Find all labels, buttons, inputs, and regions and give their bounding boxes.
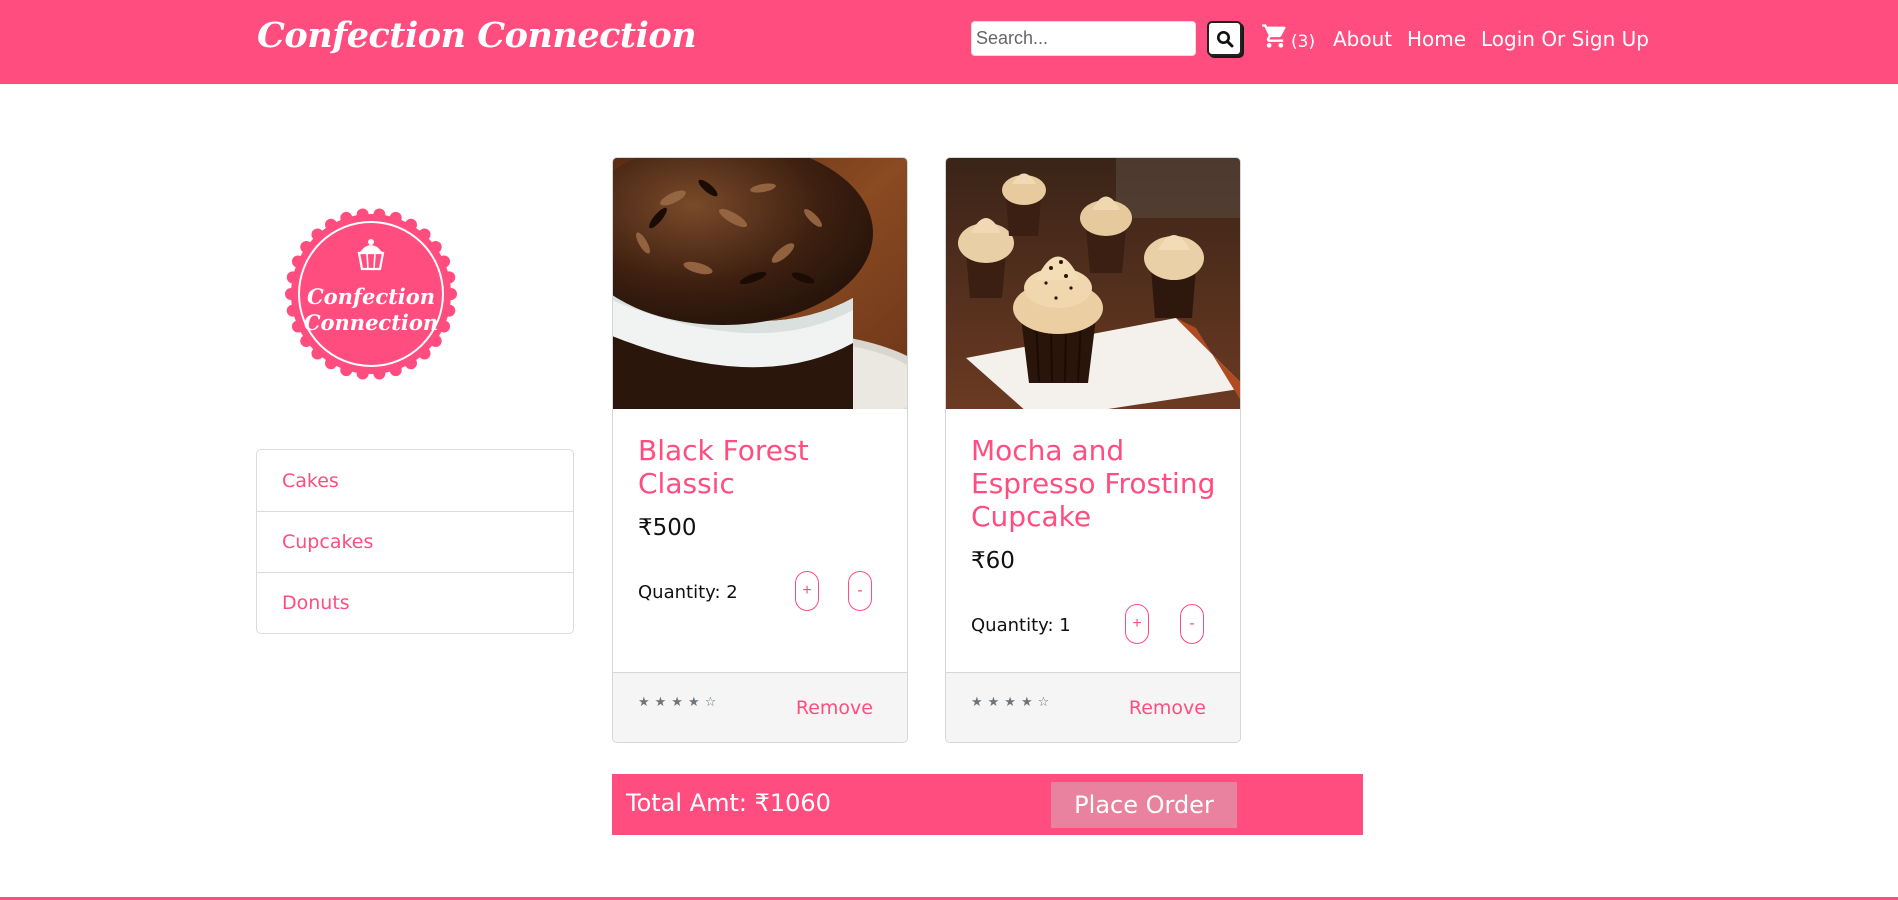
cart-icon — [1262, 24, 1286, 48]
product-price: ₹60 — [971, 548, 1015, 574]
quantity-label: Quantity: 2 — [638, 582, 738, 603]
order-summary-bar: Total Amt: ₹1060 Place Order — [612, 774, 1363, 835]
logo-text-line2: Connection — [304, 310, 438, 335]
product-name[interactable]: Mocha and Espresso Frosting Cupcake — [971, 434, 1221, 533]
product-price: ₹500 — [638, 515, 697, 541]
mocha-cupcake-image — [946, 158, 1240, 409]
increase-quantity-button[interactable]: + — [1125, 604, 1149, 644]
category-item-donuts[interactable]: Donuts — [257, 572, 573, 633]
black-forest-cake-image — [613, 158, 907, 409]
store-logo: Confection Connection — [285, 208, 457, 380]
card-footer: ★★★★☆ Remove — [613, 672, 907, 742]
product-name[interactable]: Black Forest Classic — [638, 434, 888, 500]
total-amount: Total Amt: ₹1060 — [626, 789, 831, 817]
star-rating: ★★★★☆ — [971, 695, 1055, 710]
nav-home-link[interactable]: Home — [1407, 27, 1466, 51]
remove-item-button[interactable]: Remove — [796, 697, 873, 719]
logo-text-line1: Confection — [307, 284, 435, 309]
category-list: Cakes Cupcakes Donuts — [256, 449, 574, 634]
increase-quantity-button[interactable]: + — [795, 571, 819, 611]
cart-item-card: Mocha and Espresso Frosting Cupcake ₹60 … — [945, 157, 1241, 743]
nav-login-link[interactable]: Login Or Sign Up — [1481, 27, 1649, 51]
category-item-cakes[interactable]: Cakes — [257, 450, 573, 511]
cart-item-card: Black Forest Classic ₹500 Quantity: 2 + … — [612, 157, 908, 743]
logo-badge: Confection Connection — [285, 208, 457, 380]
decrease-quantity-button[interactable]: - — [1180, 604, 1204, 644]
navbar: Confection Connection (3) About Home Log… — [0, 0, 1898, 84]
quantity-label: Quantity: 1 — [971, 615, 1071, 636]
search-input[interactable] — [971, 21, 1196, 56]
brand-logo-text[interactable]: Confection Connection — [257, 18, 697, 53]
nav-about-link[interactable]: About — [1333, 27, 1392, 51]
cart-count-badge: (3) — [1291, 32, 1316, 52]
cart-button[interactable]: (3) — [1261, 22, 1316, 52]
decrease-quantity-button[interactable]: - — [848, 571, 872, 611]
search-button[interactable] — [1207, 21, 1242, 56]
search-icon — [1216, 30, 1233, 47]
category-item-cupcakes[interactable]: Cupcakes — [257, 511, 573, 572]
card-footer: ★★★★☆ Remove — [946, 672, 1240, 742]
remove-item-button[interactable]: Remove — [1129, 697, 1206, 719]
star-rating: ★★★★☆ — [638, 695, 722, 710]
place-order-button[interactable]: Place Order — [1051, 782, 1237, 828]
